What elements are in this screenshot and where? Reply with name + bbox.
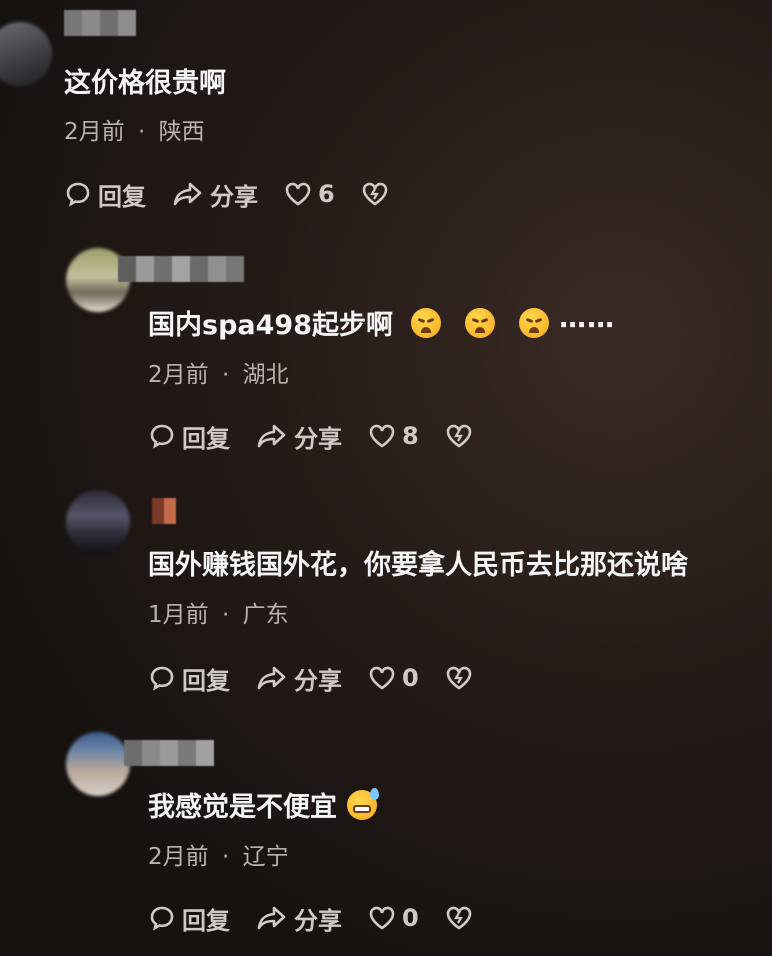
speech-bubble-icon [150,906,174,931]
like-button[interactable]: 0 [368,904,419,932]
meta-separator: · [221,362,230,388]
share-arrow-icon [257,424,286,448]
share-arrow-icon [173,182,202,206]
like-button[interactable]: 0 [368,664,419,692]
comment-1: 这价格很贵啊 2月前 · 陕西 回复 分享 6 [0,0,772,230]
like-count: 0 [402,664,419,692]
broken-heart-icon [446,424,472,448]
like-count: 6 [318,180,335,208]
reply-label: 回复 [182,666,230,695]
like-count: 0 [402,904,419,932]
comment-2: 国内spa498起步啊 ⋯⋯ 2月前 · 湖北 回复 分享 8 [0,240,772,480]
comment-time: 2月前 [148,844,209,870]
comment-location: 辽宁 [242,844,289,870]
ellipsis: ⋯⋯ [558,310,615,341]
comment-text-main: 我感觉是不便宜 [148,792,337,823]
reply-button[interactable]: 回复 [148,661,230,696]
comment-meta: 1月前 · 广东 [148,600,289,630]
reply-button[interactable]: 回复 [64,177,146,212]
meta-separator: · [221,602,230,628]
heart-icon [285,182,311,206]
like-count: 8 [402,422,419,450]
meta-separator: · [221,844,230,870]
comment-actions: 回复 分享 6 [64,176,421,212]
speech-bubble-icon [150,424,174,449]
grinning-sweat-icon [347,788,379,820]
heart-icon [369,906,395,930]
dislike-button[interactable] [361,181,395,207]
comment-actions: 回复 分享 0 [148,900,505,936]
comment-time: 2月前 [64,119,125,145]
broken-heart-icon [362,182,388,206]
meta-separator: · [137,119,146,145]
share-arrow-icon [257,906,286,930]
reply-button[interactable]: 回复 [148,419,230,454]
avatar[interactable] [66,732,130,796]
avatar[interactable] [0,22,52,86]
share-button[interactable]: 分享 [256,661,342,696]
comment-actions: 回复 分享 8 [148,418,505,454]
share-button[interactable]: 分享 [256,901,342,936]
username-blurred[interactable] [118,256,244,282]
share-arrow-icon [257,666,286,690]
pleading-face-icon [518,308,549,338]
heart-icon [369,666,395,690]
username-blurred[interactable] [124,740,214,766]
dislike-button[interactable] [445,423,479,449]
comment-meta: 2月前 · 辽宁 [148,842,289,872]
username-blurred[interactable] [152,498,176,524]
username-blurred[interactable] [64,10,136,36]
comment-text-main: 国内spa498起步啊 [148,310,393,341]
comment-meta: 2月前 · 湖北 [148,360,289,390]
share-button[interactable]: 分享 [172,177,258,212]
heart-icon [369,424,395,448]
comment-meta: 2月前 · 陕西 [64,117,205,147]
comment-text: 国外赚钱国外花，你要拿人民币去比那还说啥 [148,550,688,581]
reply-button[interactable]: 回复 [148,901,230,936]
comment-time: 1月前 [148,602,209,628]
comment-actions: 回复 分享 0 [148,660,505,696]
comment-text: 这价格很贵啊 [64,68,226,99]
dislike-button[interactable] [445,665,479,691]
share-label: 分享 [294,906,342,935]
broken-heart-icon [446,906,472,930]
like-button[interactable]: 8 [368,422,419,450]
reply-label: 回复 [182,906,230,935]
speech-bubble-icon [66,182,90,207]
comment-location: 广东 [242,602,289,628]
comment-text: 我感觉是不便宜 [148,788,379,826]
pleading-face-icon [464,308,495,338]
like-button[interactable]: 6 [284,180,335,208]
comment-location: 陕西 [158,119,205,145]
comment-4: 我感觉是不便宜 2月前 · 辽宁 回复 分享 0 [0,724,772,956]
reply-label: 回复 [182,424,230,453]
pleading-face-icon [410,308,441,338]
share-label: 分享 [294,424,342,453]
share-label: 分享 [294,666,342,695]
speech-bubble-icon [150,666,174,691]
broken-heart-icon [446,666,472,690]
dislike-button[interactable] [445,905,479,931]
share-label: 分享 [210,182,258,211]
avatar[interactable] [66,490,130,554]
comment-text: 国内spa498起步啊 ⋯⋯ [148,308,615,344]
comment-location: 湖北 [242,362,289,388]
comment-time: 2月前 [148,362,209,388]
reply-label: 回复 [98,182,146,211]
comment-3: 国外赚钱国外花，你要拿人民币去比那还说啥 1月前 · 广东 回复 分享 0 [0,482,772,722]
share-button[interactable]: 分享 [256,419,342,454]
